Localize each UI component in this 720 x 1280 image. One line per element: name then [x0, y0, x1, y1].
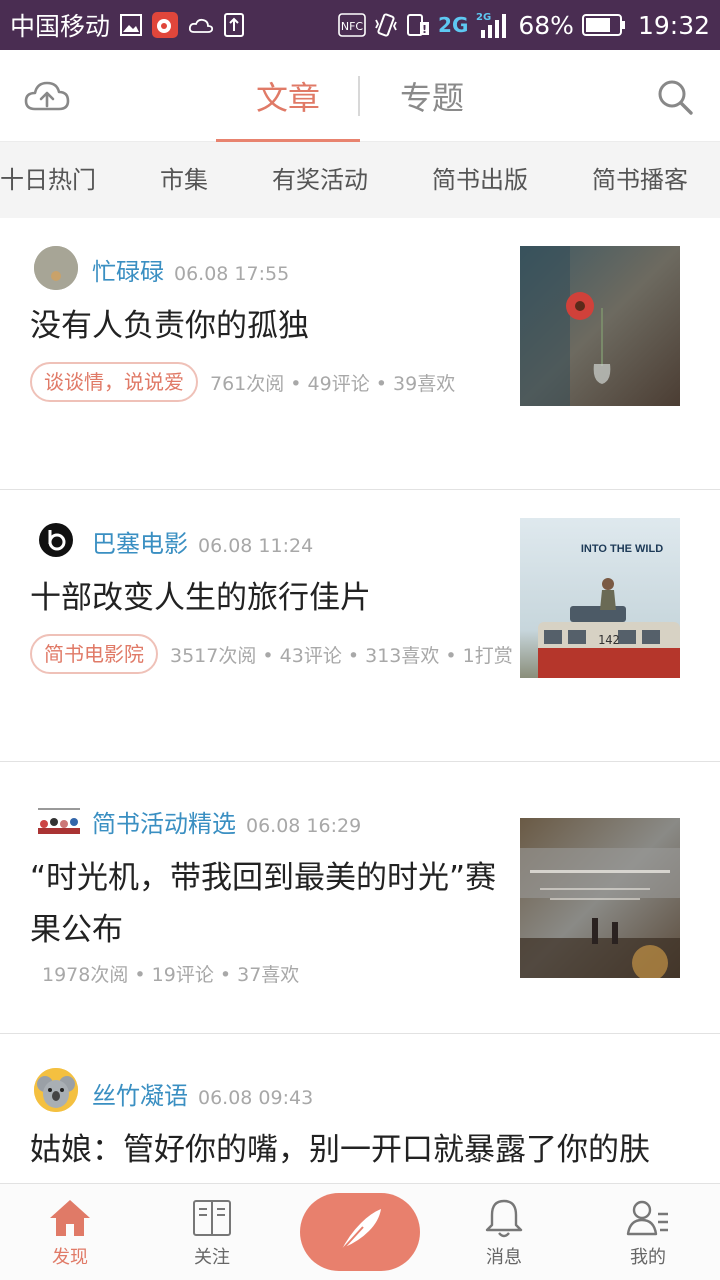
- gallery-notification-icon: [120, 14, 143, 36]
- battery-percent: 68%: [518, 10, 574, 40]
- article-title[interactable]: “时光机，带我回到最美的时光”赛 果公布: [30, 852, 510, 956]
- article-stats: 3517次阅 • 43评论 • 313喜欢 • 1打赏: [170, 644, 513, 667]
- bell-icon: [484, 1197, 524, 1239]
- article-card[interactable]: 简书活动精选 06.08 16:29 “时光机，带我回到最美的时光”赛 果公布 1…: [0, 762, 720, 1034]
- article-title[interactable]: 没有人负责你的孤独: [30, 300, 309, 352]
- article-title-line: “时光机，带我回到最美的时光”赛: [30, 860, 497, 896]
- vibrate-icon: [374, 12, 398, 38]
- category-podcast[interactable]: 简书播客: [592, 142, 688, 218]
- author-name[interactable]: 丝竹凝语: [92, 1082, 188, 1110]
- post-time: 06.08 16:29: [246, 815, 362, 837]
- top-header: 文章 专题: [0, 50, 720, 143]
- author-line: 简书活动精选 06.08 16:29: [92, 804, 361, 839]
- article-title-line: 姑娘：管好你的嘴，别一开口就暴露了你的肤: [30, 1132, 650, 1168]
- author-line: 忙碌碌 06.08 17:55: [92, 252, 289, 287]
- tab-topics[interactable]: 专题: [360, 50, 504, 142]
- post-time: 06.08 09:43: [198, 1087, 314, 1109]
- weather-icon: [188, 14, 214, 36]
- book-icon: [192, 1197, 232, 1239]
- nav-me-label: 我的: [630, 1246, 666, 1268]
- author-name[interactable]: 忙碌碌: [92, 258, 164, 286]
- cloud-upload-icon[interactable]: [22, 74, 72, 118]
- svg-text:INTO THE WILD: INTO THE WILD: [581, 543, 663, 555]
- post-time: 06.08 17:55: [174, 263, 290, 285]
- weibo-notification-icon: [152, 12, 179, 38]
- article-title-line: 果公布: [30, 912, 123, 948]
- article-thumbnail[interactable]: [520, 818, 680, 978]
- category-publishing[interactable]: 简书出版: [432, 142, 528, 218]
- article-card[interactable]: 忙碌碌 06.08 17:55 没有人负责你的孤独 谈谈情，说说爱 761次阅 •…: [0, 218, 720, 490]
- clock: 19:32: [637, 10, 710, 40]
- nav-messages[interactable]: 消息: [444, 1184, 564, 1280]
- category-market[interactable]: 市集: [160, 142, 208, 218]
- quill-icon: [335, 1205, 385, 1259]
- profile-icon: [626, 1197, 670, 1239]
- search-icon[interactable]: [654, 76, 696, 118]
- author-line: 丝竹凝语 06.08 09:43: [92, 1076, 313, 1111]
- article-thumbnail[interactable]: INTO THE WILD 142: [520, 518, 680, 678]
- upload-notification-icon: [224, 13, 245, 37]
- nav-discover[interactable]: 发现: [10, 1184, 130, 1280]
- signal-icon: 2G: [476, 11, 510, 39]
- avatar[interactable]: [34, 1068, 78, 1112]
- battery-icon: [581, 14, 626, 36]
- svg-text:NFC: NFC: [341, 20, 364, 33]
- tab-articles-label: 文章: [255, 79, 320, 117]
- network-2g-label: 2G: [438, 13, 469, 37]
- svg-text:!: !: [422, 23, 427, 36]
- post-time: 06.08 11:24: [198, 535, 314, 557]
- nav-following[interactable]: 关注: [152, 1184, 272, 1280]
- collection-tag[interactable]: 简书电影院: [30, 634, 158, 674]
- tab-topics-label: 专题: [399, 79, 464, 117]
- category-prize-events[interactable]: 有奖活动: [272, 142, 368, 218]
- nav-me[interactable]: 我的: [588, 1184, 708, 1280]
- sim-alert-icon: !: [406, 13, 430, 37]
- nav-messages-label: 消息: [486, 1246, 522, 1268]
- author-line: 巴塞电影 06.08 11:24: [92, 524, 313, 559]
- article-thumbnail[interactable]: [520, 246, 680, 406]
- article-card[interactable]: 巴塞电影 06.08 11:24 十部改变人生的旅行佳片 简书电影院 3517次阅…: [0, 490, 720, 762]
- article-stats: 1978次阅 • 19评论 • 37喜欢: [42, 964, 300, 986]
- article-title[interactable]: 十部改变人生的旅行佳片: [30, 572, 371, 624]
- article-feed: 忙碌碌 06.08 17:55 没有人负责你的孤独 谈谈情，说说爱 761次阅 •…: [0, 218, 720, 1280]
- status-bar: 中国移动 NFC ! 2G 2G 68% 19:32: [0, 0, 720, 50]
- category-top-ten-days[interactable]: 十日热门: [0, 142, 96, 218]
- avatar[interactable]: [34, 246, 78, 290]
- article-meta: 谈谈情，说说爱 761次阅 • 49评论 • 39喜欢: [30, 362, 455, 402]
- author-name[interactable]: 简书活动精选: [92, 810, 236, 838]
- home-icon: [48, 1197, 92, 1239]
- collection-tag[interactable]: 谈谈情，说说爱: [30, 362, 198, 402]
- author-name[interactable]: 巴塞电影: [92, 530, 188, 558]
- nav-discover-label: 发现: [52, 1246, 88, 1268]
- nfc-icon: NFC: [338, 13, 366, 37]
- nav-following-label: 关注: [194, 1246, 230, 1268]
- carrier-label: 中国移动: [10, 12, 111, 41]
- category-bar: 十日热门 市集 有奖活动 简书出版 简书播客: [0, 142, 720, 218]
- article-meta: 1978次阅 • 19评论 • 37喜欢: [42, 960, 299, 987]
- article-stats: 761次阅 • 49评论 • 39喜欢: [210, 372, 456, 395]
- article-meta: 简书电影院 3517次阅 • 43评论 • 313喜欢 • 1打赏: [30, 634, 513, 674]
- bottom-nav: 发现 关注 消息 我的: [0, 1183, 720, 1280]
- avatar[interactable]: [34, 518, 78, 562]
- svg-text:2G: 2G: [476, 12, 491, 23]
- tab-articles[interactable]: 文章: [216, 50, 360, 143]
- svg-text:142: 142: [598, 633, 620, 647]
- avatar[interactable]: [34, 798, 84, 842]
- write-button[interactable]: [300, 1193, 420, 1271]
